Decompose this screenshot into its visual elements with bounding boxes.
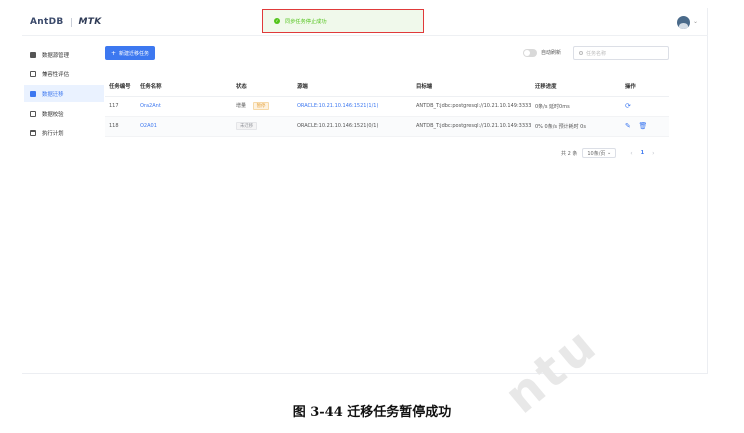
app-window: AntDB MTK ⌄ 数据源管理 兼容性评估 数据迁移 数据校验 执行计划 bbox=[22, 8, 708, 374]
column-header-name: 任务名称 bbox=[136, 76, 232, 97]
sidebar: 数据源管理 兼容性评估 数据迁移 数据校验 执行计划 bbox=[22, 36, 105, 374]
sidebar-item-verification[interactable]: 数据校验 bbox=[24, 105, 104, 122]
sidebar-item-label: 数据迁移 bbox=[42, 91, 64, 98]
column-header-actions: 操作 bbox=[621, 76, 669, 97]
column-header-progress: 迁移进度 bbox=[531, 76, 621, 97]
plus-icon: + bbox=[110, 49, 116, 57]
logo: AntDB MTK bbox=[30, 17, 102, 27]
sidebar-item-migration[interactable]: 数据迁移 bbox=[24, 85, 104, 102]
target-value: ANTDB_T:jdbc:postgresql://10.21.10.149:3… bbox=[412, 96, 531, 117]
column-header-id: 任务编号 bbox=[105, 76, 136, 97]
source-value: ORACLE:10.21.10.146:1521(0/1) bbox=[297, 123, 379, 129]
next-page-icon[interactable]: › bbox=[652, 150, 654, 157]
resume-icon[interactable]: ⟳ bbox=[625, 102, 631, 110]
task-id: 118 bbox=[105, 116, 136, 137]
database-icon bbox=[30, 51, 36, 58]
table-row: 117 Ora2Ant 增量 暂停 ORACLE:10.21.10.146:15… bbox=[105, 96, 669, 117]
calendar-icon bbox=[30, 129, 36, 136]
column-header-source: 源端 bbox=[293, 76, 412, 97]
document-icon bbox=[30, 70, 36, 77]
column-header-status: 状态 bbox=[232, 76, 293, 97]
logo-antdb: AntDB bbox=[30, 17, 64, 27]
delete-icon[interactable]: 🗑 bbox=[638, 122, 647, 130]
migration-task-table: 任务编号 任务名称 状态 源端 目标端 迁移进度 操作 117 Ora2Ant … bbox=[105, 76, 669, 137]
sidebar-item-datasource[interactable]: 数据源管理 bbox=[24, 46, 104, 63]
folder-icon bbox=[30, 90, 36, 97]
new-migration-task-button[interactable]: + 新建迁移任务 bbox=[105, 46, 155, 60]
logo-divider bbox=[70, 17, 72, 27]
pagination: 共 2 条 10条/页 ⌄ ‹ 1 › bbox=[561, 148, 661, 158]
task-id: 117 bbox=[105, 96, 136, 117]
prev-page-icon[interactable]: ‹ bbox=[630, 150, 632, 157]
sidebar-item-compatibility[interactable]: 兼容性评估 bbox=[24, 65, 104, 82]
check-icon bbox=[30, 110, 36, 117]
success-toast: ✓ 同步任务停止成功 bbox=[262, 9, 424, 33]
table-row: 118 O2A01 未迁移 ORACLE:10.21.10.146:1521(0… bbox=[105, 116, 669, 137]
status-badge: 暂停 bbox=[252, 102, 270, 110]
task-name-link[interactable]: O2A01 bbox=[140, 123, 157, 129]
table-header-row: 任务编号 任务名称 状态 源端 目标端 迁移进度 操作 bbox=[105, 76, 669, 97]
logo-mtk: MTK bbox=[78, 17, 102, 27]
edit-icon[interactable]: ✎ bbox=[625, 122, 631, 130]
user-avatar[interactable] bbox=[677, 16, 690, 29]
progress-value: 0% 0条/s 预计耗时 0s bbox=[531, 116, 621, 137]
current-page[interactable]: 1 bbox=[641, 150, 644, 156]
page-size-value: 10条/页 bbox=[587, 150, 606, 157]
sidebar-item-label: 兼容性评估 bbox=[42, 71, 69, 78]
auto-refresh-toggle[interactable] bbox=[523, 49, 537, 57]
chevron-down-icon[interactable]: ⌄ bbox=[693, 18, 698, 25]
page-size-select[interactable]: 10条/页 ⌄ bbox=[582, 148, 617, 158]
task-search-input[interactable]: 任务名称 bbox=[573, 46, 669, 60]
target-value: ANTDB_T:jdbc:postgresql://10.21.10.149:3… bbox=[412, 116, 531, 137]
column-header-target: 目标端 bbox=[412, 76, 531, 97]
search-placeholder: 任务名称 bbox=[586, 50, 607, 57]
sidebar-item-plan[interactable]: 执行计划 bbox=[24, 124, 104, 141]
sidebar-item-label: 执行计划 bbox=[42, 130, 64, 137]
search-icon bbox=[579, 51, 583, 55]
success-check-icon: ✓ bbox=[274, 18, 280, 24]
source-link[interactable]: ORACLE:10.21.10.146:1521(1/1) bbox=[297, 103, 378, 109]
task-status: 增量 bbox=[236, 103, 247, 109]
sidebar-item-label: 数据源管理 bbox=[42, 52, 69, 59]
task-name-link[interactable]: Ora2Ant bbox=[140, 103, 161, 109]
sidebar-item-label: 数据校验 bbox=[42, 111, 64, 118]
toast-message: 同步任务停止成功 bbox=[285, 18, 327, 25]
auto-refresh-label: 自动刷新 bbox=[541, 50, 562, 56]
progress-value: 0条/s 延时0ms bbox=[531, 96, 621, 117]
pagination-total: 共 2 条 bbox=[561, 150, 578, 157]
status-badge: 未迁移 bbox=[236, 122, 258, 130]
figure-caption: 图 3-44 迁移任务暂停成功 bbox=[292, 405, 452, 420]
new-task-label: 新建迁移任务 bbox=[119, 50, 150, 57]
